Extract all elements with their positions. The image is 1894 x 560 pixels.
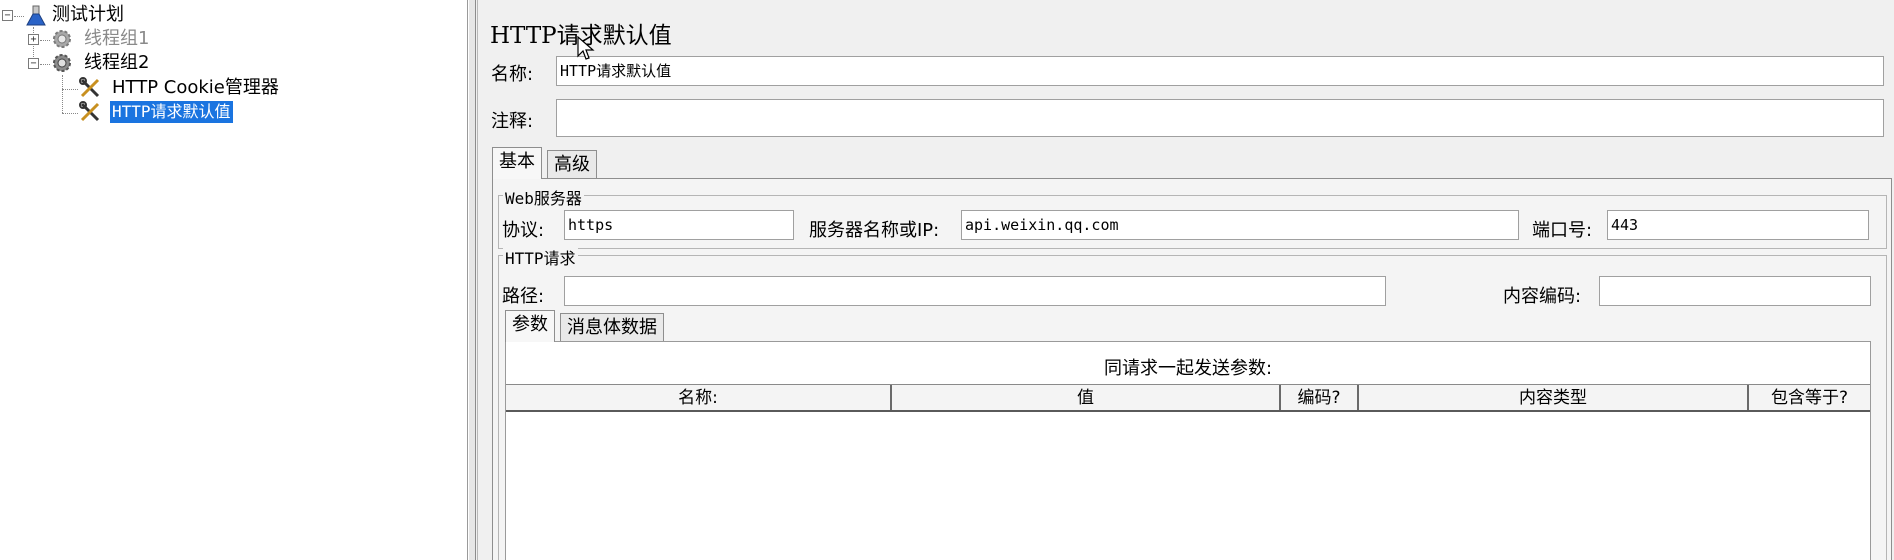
column-header-content-type[interactable]: 内容类型 bbox=[1359, 385, 1749, 410]
tree-connector bbox=[14, 16, 24, 17]
pane-splitter[interactable] bbox=[468, 0, 476, 560]
tree-item-label: 测试计划 bbox=[52, 4, 124, 25]
column-header-name[interactable]: 名称: bbox=[506, 385, 892, 410]
tree-item-label: 线程组1 bbox=[84, 28, 150, 49]
server-field[interactable]: api.weixin.qq.com bbox=[961, 210, 1519, 240]
config-panel: HTTP请求默认值 名称: HTTP请求默认值 注释: 基本 高级 Web服务器… bbox=[477, 0, 1894, 560]
collapse-root-icon[interactable]: − bbox=[2, 10, 13, 21]
tree-connector bbox=[62, 75, 63, 113]
web-server-group-title: Web服务器 bbox=[503, 185, 584, 209]
tree-connector bbox=[40, 64, 50, 65]
tab-basic[interactable]: 基本 bbox=[492, 147, 542, 179]
http-request-group-title: HTTP请求 bbox=[503, 245, 578, 269]
thread-group-gear-icon bbox=[53, 54, 71, 72]
protocol-label: 协议: bbox=[502, 220, 545, 241]
tree-connector bbox=[62, 113, 78, 114]
content-encoding-label: 内容编码: bbox=[1503, 286, 1582, 307]
port-label: 端口号: bbox=[1532, 220, 1593, 241]
tree-connector bbox=[40, 40, 50, 41]
config-element-tools-icon bbox=[79, 101, 100, 122]
name-field[interactable]: HTTP请求默认值 bbox=[556, 56, 1884, 86]
path-field[interactable] bbox=[564, 276, 1386, 306]
basic-tab-body: Web服务器 协议: https 服务器名称或IP: api.weixin.qq… bbox=[492, 178, 1892, 560]
comment-label: 注释: bbox=[491, 111, 534, 132]
tree-item-label: HTTP请求默认值 bbox=[110, 101, 233, 123]
port-field[interactable]: 443 bbox=[1607, 210, 1869, 240]
protocol-field[interactable]: https bbox=[564, 210, 794, 240]
tree-item-label: 线程组2 bbox=[84, 52, 150, 73]
column-header-include-equals[interactable]: 包含等于? bbox=[1749, 385, 1870, 410]
tab-parameters[interactable]: 参数 bbox=[505, 310, 555, 342]
comment-field[interactable] bbox=[556, 99, 1884, 137]
expand-thread-group-1-icon[interactable]: + bbox=[28, 34, 39, 45]
path-label: 路径: bbox=[502, 286, 545, 307]
name-label: 名称: bbox=[491, 64, 534, 85]
test-plan-flask-icon bbox=[26, 5, 46, 26]
config-element-tools-icon bbox=[79, 77, 100, 98]
thread-group-gear-icon bbox=[53, 30, 71, 48]
column-header-encode[interactable]: 编码? bbox=[1281, 385, 1359, 410]
collapse-thread-group-2-icon[interactable]: − bbox=[28, 58, 39, 69]
test-plan-tree[interactable]: − 测试计划 + 线程组1 − 线程组2 HTTP Cookie管理器 HTTP… bbox=[0, 0, 468, 560]
tree-connector bbox=[62, 89, 78, 90]
server-label: 服务器名称或IP: bbox=[809, 220, 940, 241]
tree-item-label: HTTP Cookie管理器 bbox=[112, 77, 279, 98]
tab-body-data[interactable]: 消息体数据 bbox=[560, 313, 664, 343]
parameters-caption: 同请求一起发送参数: bbox=[1103, 358, 1273, 379]
content-encoding-field[interactable] bbox=[1599, 276, 1871, 306]
parameters-table-header: 名称: 值 编码? 内容类型 包含等于? bbox=[506, 384, 1870, 412]
column-header-value[interactable]: 值 bbox=[892, 385, 1281, 410]
tab-advanced[interactable]: 高级 bbox=[547, 150, 597, 180]
parameters-table: 同请求一起发送参数: 名称: 值 编码? 内容类型 包含等于? bbox=[505, 341, 1871, 560]
mouse-cursor-icon bbox=[577, 36, 595, 60]
